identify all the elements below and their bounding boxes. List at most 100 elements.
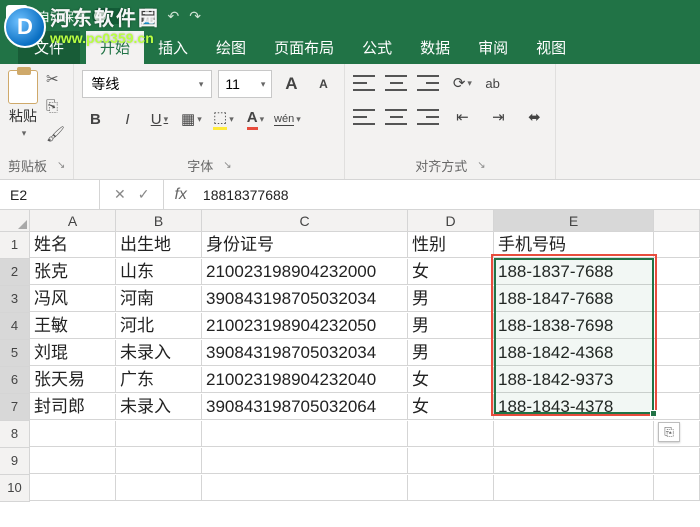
cell[interactable]: 河北 — [116, 313, 202, 339]
decrease-font-icon[interactable]: A — [310, 71, 336, 97]
tab-view[interactable]: 视图 — [522, 31, 580, 64]
tab-draw[interactable]: 绘图 — [202, 31, 260, 64]
cell[interactable]: 390843198705032064 — [202, 394, 408, 420]
cell[interactable]: 山东 — [116, 259, 202, 285]
cell[interactable]: 女 — [408, 367, 494, 393]
row-header[interactable]: 3 — [0, 286, 30, 313]
redo-icon[interactable]: ↷ — [189, 8, 201, 25]
row-header[interactable]: 10 — [0, 475, 30, 502]
tab-insert[interactable]: 插入 — [144, 31, 202, 64]
cell[interactable]: 390843198705032034 — [202, 286, 408, 312]
merge-button[interactable]: ⬌ — [521, 104, 547, 130]
column-header-a[interactable]: A — [30, 210, 116, 232]
tab-formulas[interactable]: 公式 — [348, 31, 406, 64]
cell[interactable]: 河南 — [116, 286, 202, 312]
select-all-corner[interactable] — [0, 210, 30, 232]
cell[interactable] — [654, 259, 700, 285]
row-header[interactable]: 9 — [0, 448, 30, 475]
cell[interactable]: 男 — [408, 313, 494, 339]
cell[interactable]: 188-1842-4368 — [494, 340, 654, 366]
cell[interactable]: 未录入 — [116, 340, 202, 366]
save-icon[interactable]: 💾 — [140, 8, 157, 25]
cell[interactable] — [654, 394, 700, 420]
cell[interactable]: 210023198904232040 — [202, 367, 408, 393]
cell[interactable]: 出生地 — [116, 232, 202, 258]
undo-icon[interactable]: ↶ — [167, 8, 179, 25]
phonetic-button[interactable]: wén▾ — [274, 106, 300, 132]
paste-button[interactable]: 粘贴 ▾ — [8, 70, 38, 143]
selection-handle[interactable] — [650, 410, 657, 417]
align-top-icon[interactable] — [353, 73, 375, 93]
cell[interactable] — [654, 367, 700, 393]
cell[interactable]: 女 — [408, 259, 494, 285]
row-header[interactable]: 6 — [0, 367, 30, 394]
cell[interactable]: 身份证号 — [202, 232, 408, 258]
align-bottom-icon[interactable] — [417, 73, 439, 93]
cancel-formula-icon[interactable]: ✕ — [114, 186, 126, 203]
cell[interactable] — [654, 475, 700, 501]
cell[interactable]: 未录入 — [116, 394, 202, 420]
cell[interactable] — [408, 475, 494, 501]
cell[interactable]: 男 — [408, 286, 494, 312]
align-left-icon[interactable] — [353, 107, 375, 127]
alignment-launcher-icon[interactable]: ↘ — [477, 160, 485, 171]
cell[interactable] — [494, 475, 654, 501]
cell[interactable] — [494, 421, 654, 447]
font-launcher-icon[interactable]: ↘ — [223, 160, 231, 171]
cell[interactable]: 姓名 — [30, 232, 116, 258]
font-name-dropdown[interactable]: 等线▾ — [82, 70, 212, 98]
cell[interactable]: 女 — [408, 394, 494, 420]
cell[interactable] — [116, 448, 202, 474]
cell[interactable]: 188-1838-7698 — [494, 313, 654, 339]
cell[interactable]: 冯风 — [30, 286, 116, 312]
row-header[interactable]: 2 — [0, 259, 30, 286]
cell[interactable] — [202, 475, 408, 501]
cell[interactable]: 390843198705032034 — [202, 340, 408, 366]
cell[interactable] — [654, 232, 700, 258]
font-size-dropdown[interactable]: 11▾ — [218, 70, 272, 98]
tab-review[interactable]: 审阅 — [464, 31, 522, 64]
column-header-c[interactable]: C — [202, 210, 408, 232]
cell[interactable]: 188-1847-7688 — [494, 286, 654, 312]
column-header-f[interactable] — [654, 210, 700, 232]
cell[interactable] — [408, 421, 494, 447]
cell[interactable] — [30, 448, 116, 474]
cell[interactable] — [654, 286, 700, 312]
cell[interactable] — [116, 475, 202, 501]
row-header[interactable]: 8 — [0, 421, 30, 448]
row-header[interactable]: 5 — [0, 340, 30, 367]
increase-indent-icon[interactable]: ⇥ — [485, 104, 511, 130]
underline-button[interactable]: U▾ — [146, 106, 172, 132]
row-header[interactable]: 7 — [0, 394, 30, 421]
cell[interactable]: 210023198904232050 — [202, 313, 408, 339]
cell[interactable]: 刘琨 — [30, 340, 116, 366]
tab-data[interactable]: 数据 — [406, 31, 464, 64]
align-center-icon[interactable] — [385, 107, 407, 127]
tab-home[interactable]: 开始 — [86, 31, 144, 64]
align-right-icon[interactable] — [417, 107, 439, 127]
cell[interactable] — [30, 421, 116, 447]
spreadsheet-grid[interactable]: A B C D E 1 姓名 出生地 身份证号 性别 手机号码 2 张克 山东 … — [0, 210, 700, 502]
cell[interactable]: 男 — [408, 340, 494, 366]
orientation-button[interactable]: ⟳▾ — [449, 70, 475, 96]
wrap-text-button[interactable]: ab — [485, 76, 499, 91]
cut-icon[interactable]: ✂ — [46, 70, 65, 88]
column-header-b[interactable]: B — [116, 210, 202, 232]
cell[interactable]: 188-1843-4378 — [494, 394, 654, 420]
cell[interactable]: 210023198904232000 — [202, 259, 408, 285]
autosave-toggle[interactable]: 自动保存 — [38, 8, 126, 25]
format-painter-icon[interactable]: 🖌 — [46, 125, 65, 143]
border-button[interactable]: ▦▾ — [178, 106, 204, 132]
name-box[interactable]: E2 — [0, 180, 100, 209]
decrease-indent-icon[interactable]: ⇤ — [449, 104, 475, 130]
autosave-switch[interactable] — [92, 8, 126, 24]
cell[interactable] — [654, 313, 700, 339]
cell[interactable] — [654, 340, 700, 366]
fill-color-button[interactable]: ⬚▾ — [210, 106, 236, 132]
cell[interactable] — [202, 448, 408, 474]
tab-file[interactable]: 文件 — [18, 31, 80, 64]
column-header-e[interactable]: E — [494, 210, 654, 232]
cell[interactable]: 封司郎 — [30, 394, 116, 420]
formula-input[interactable]: 18818377688 — [197, 187, 700, 203]
confirm-formula-icon[interactable]: ✓ — [138, 186, 150, 203]
